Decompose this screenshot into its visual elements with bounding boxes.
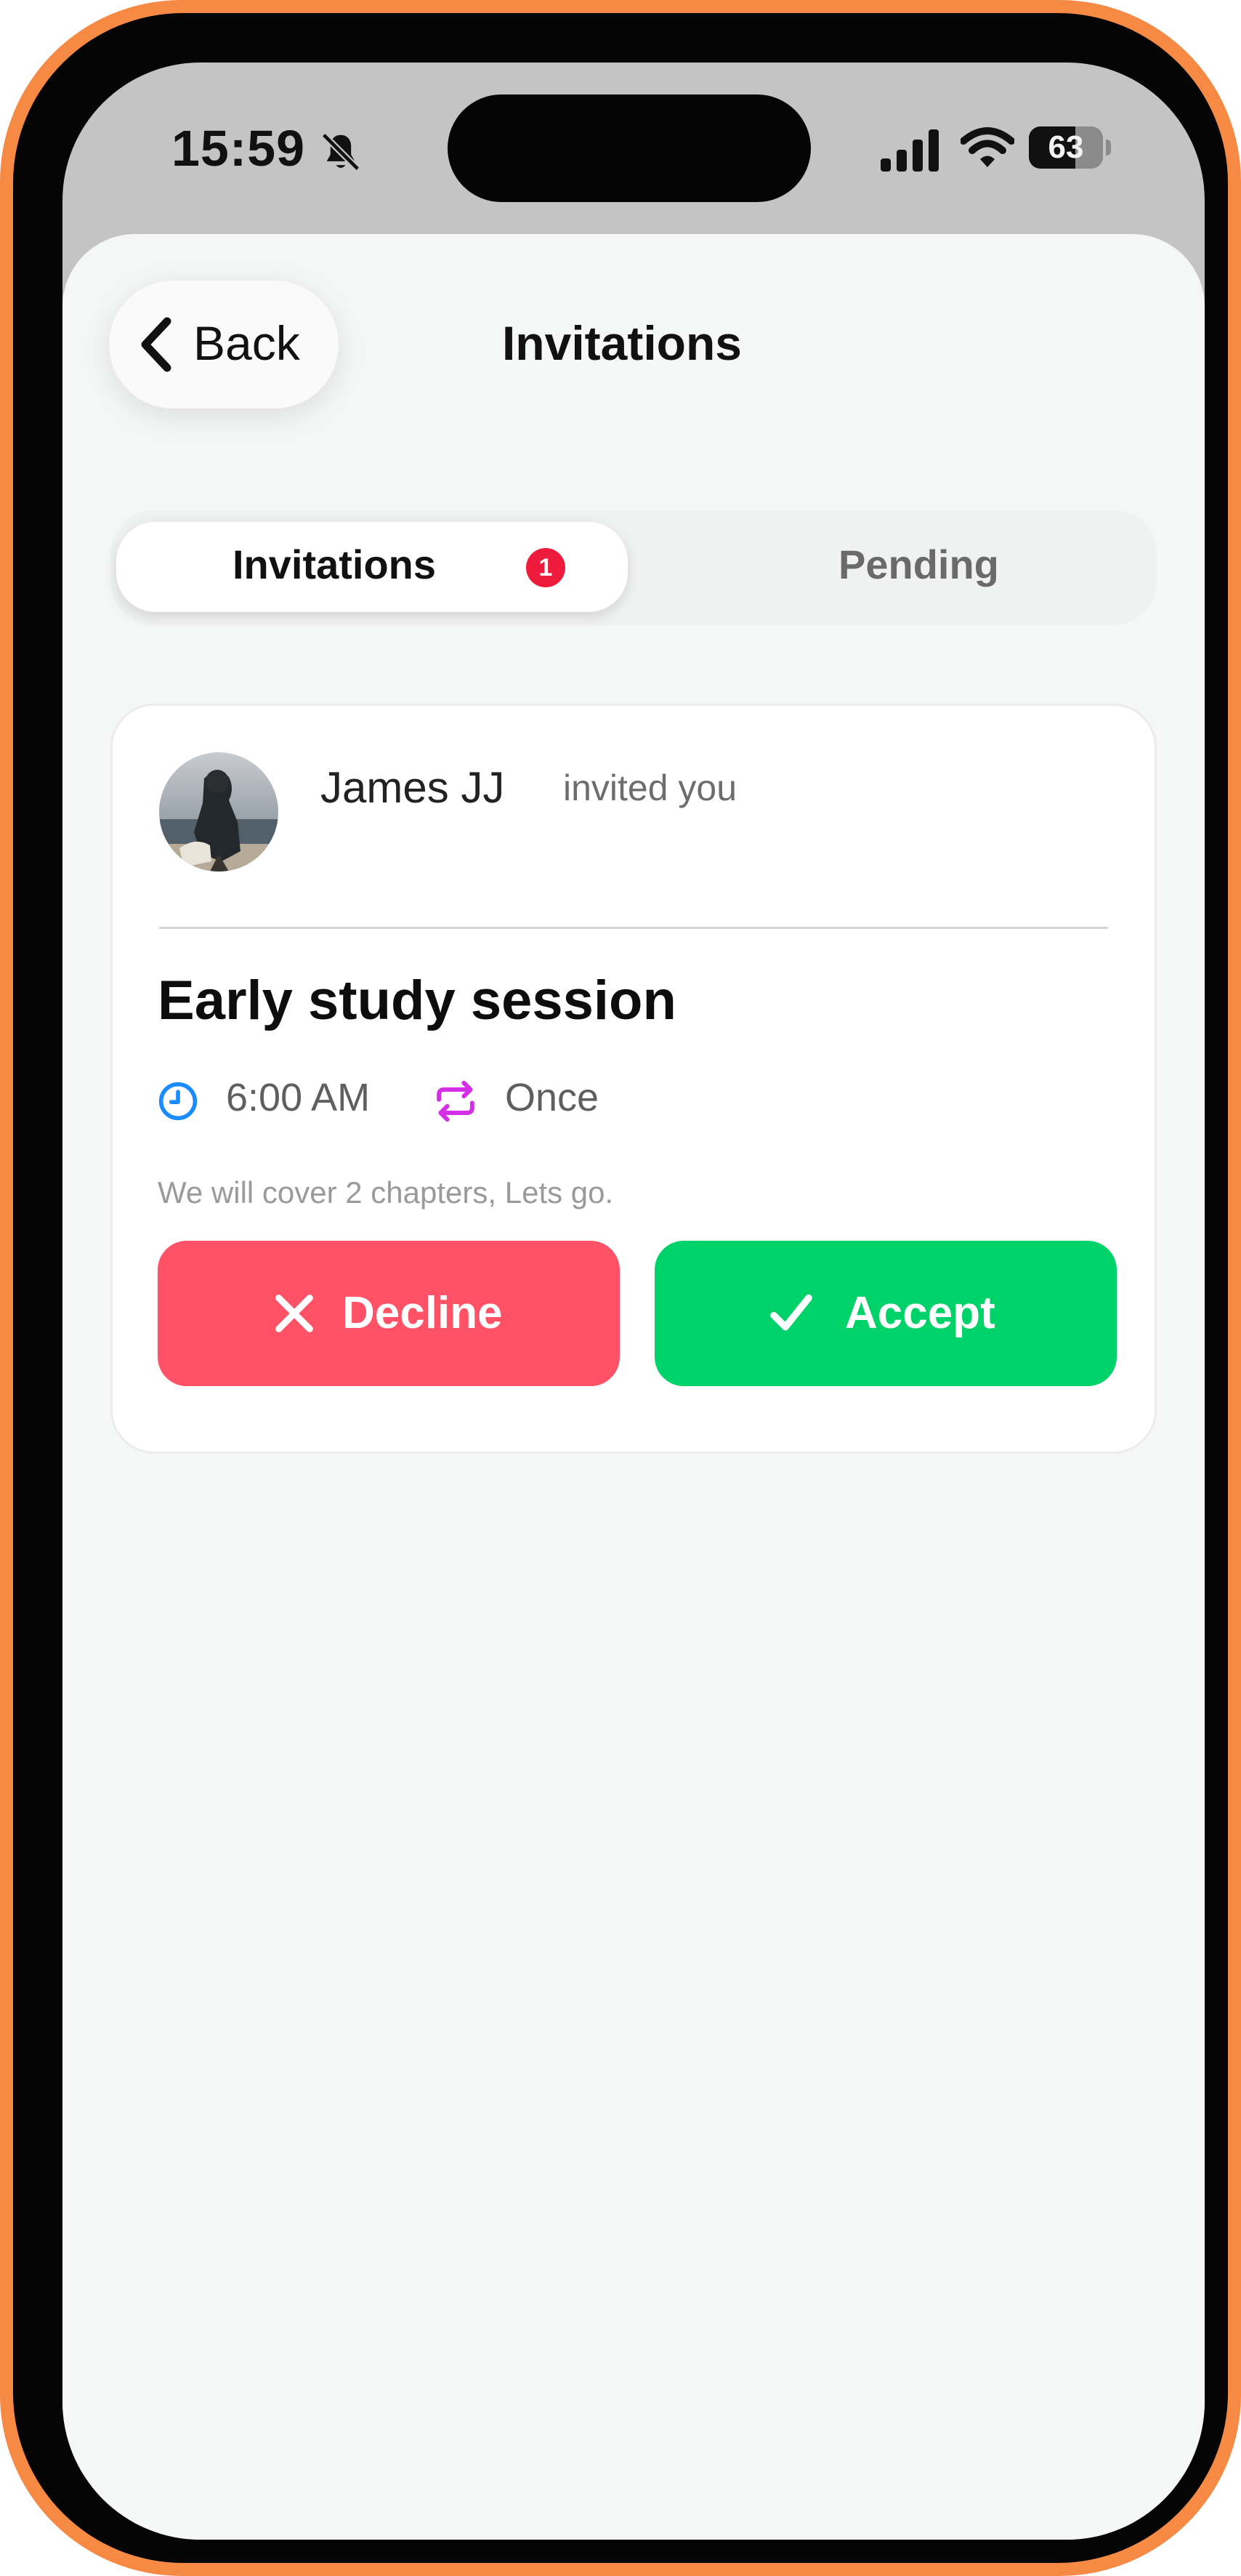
event-description: We will cover 2 chapters, Lets go. <box>158 1175 614 1209</box>
invite-action-text: invited you <box>563 768 737 808</box>
wifi-icon <box>961 127 1014 167</box>
battery-tip <box>1106 140 1111 156</box>
clock-icon <box>158 1082 198 1121</box>
dynamic-island <box>448 94 811 202</box>
close-icon <box>275 1295 313 1332</box>
inviter-name: James JJ <box>320 763 505 812</box>
avatar <box>159 752 278 872</box>
invitations-sheet: Back Invitations Invitations 1 Pending J… <box>62 234 1205 2540</box>
bell-slash-icon <box>321 132 360 172</box>
back-label: Back <box>193 316 300 370</box>
device-frame: 15:59 63 Back Invitations Invitations 1 … <box>0 0 1241 2576</box>
tab-invitations-label: Invitations <box>233 542 437 587</box>
accept-label: Accept <box>845 1288 995 1338</box>
segmented-control: Invitations 1 Pending <box>110 510 1157 625</box>
event-title: Early study session <box>158 970 676 1031</box>
event-recurrence: Once <box>505 1076 599 1119</box>
battery-icon: 63 <box>1029 126 1103 169</box>
checkmark-icon <box>770 1294 812 1331</box>
notification-badge: 1 <box>526 548 565 587</box>
accept-button[interactable]: Accept <box>655 1241 1117 1386</box>
back-button[interactable]: Back <box>109 281 339 408</box>
repeat-icon <box>437 1080 474 1122</box>
tab-invitations[interactable]: Invitations 1 <box>116 522 628 612</box>
chevron-left-icon <box>141 317 171 372</box>
screen: 15:59 63 Back Invitations Invitations 1 … <box>62 63 1205 2540</box>
device-bezel: 15:59 63 Back Invitations Invitations 1 … <box>13 13 1228 2563</box>
decline-label: Decline <box>342 1288 503 1338</box>
event-time: 6:00 AM <box>226 1076 371 1119</box>
battery-percent: 63 <box>1048 129 1084 165</box>
tab-pending[interactable]: Pending <box>838 541 999 588</box>
page-title: Invitations <box>501 316 743 370</box>
decline-button[interactable]: Decline <box>158 1241 620 1386</box>
invitation-card: James JJ invited you Early study session… <box>110 704 1157 1454</box>
status-time: 15:59 <box>171 120 306 177</box>
divider <box>159 927 1108 929</box>
cellular-signal-icon <box>881 129 939 172</box>
